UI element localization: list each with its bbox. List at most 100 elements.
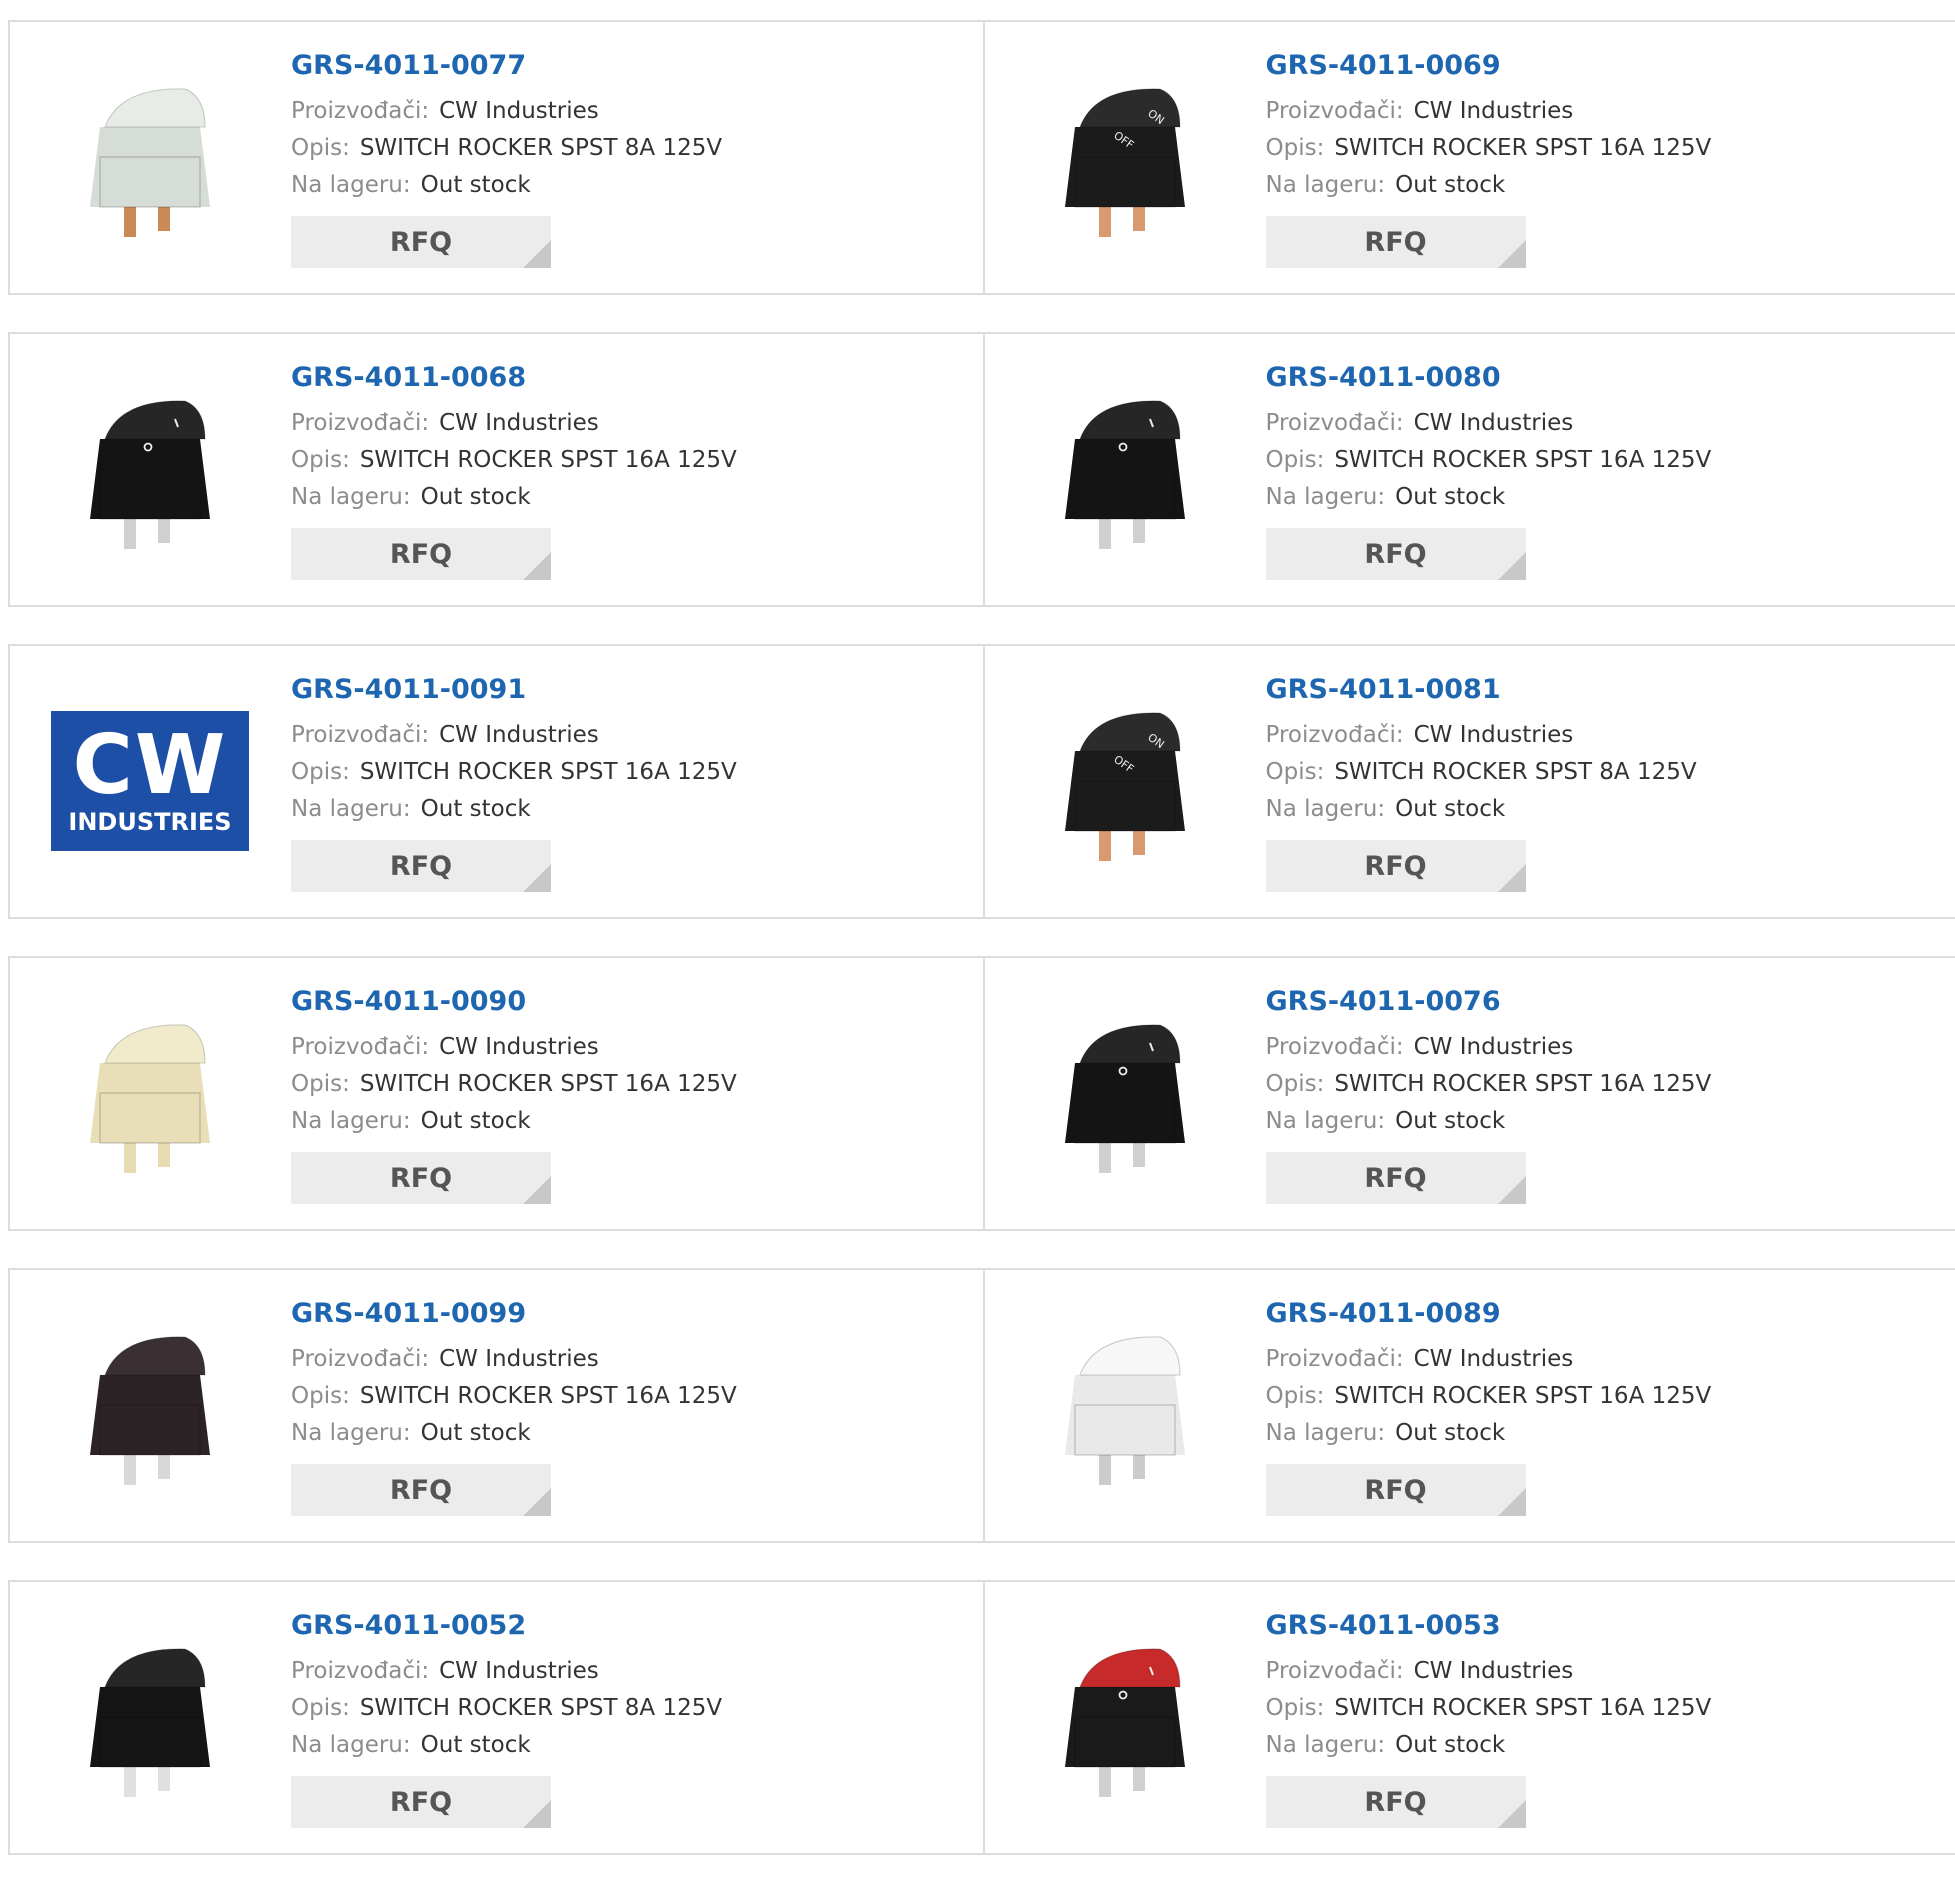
description-value: SWITCH ROCKER SPST 16A 125V [1334, 1695, 1711, 1721]
stock-label: Na lageru: [291, 1732, 411, 1758]
manufacturer-label: Proizvođači: [1266, 1034, 1404, 1060]
rfq-label: RFQ [1364, 1787, 1426, 1818]
stock-label: Na lageru: [1266, 1732, 1386, 1758]
part-number-link[interactable]: GRS-4011-0069 [1266, 50, 1712, 81]
product-row: GRS-4011-0052 Proizvođači:CW Industries … [8, 1580, 1955, 1855]
manufacturer-line: Proizvođači: CW Industries [1266, 1341, 1712, 1378]
rfq-button[interactable]: RFQ [1266, 840, 1526, 892]
rfq-button[interactable]: RFQ [291, 1464, 551, 1516]
stock-line: Na lageru:Out stock [291, 791, 737, 828]
rfq-button[interactable]: RFQ [1266, 1152, 1526, 1204]
manufacturer-value: CW Industries [439, 1034, 599, 1060]
part-number-link[interactable]: GRS-4011-0090 [291, 986, 737, 1017]
description-label: Opis: [1266, 447, 1325, 473]
rfq-label: RFQ [1364, 851, 1426, 882]
part-number-link[interactable]: GRS-4011-0053 [1266, 1610, 1712, 1641]
description-value: SWITCH ROCKER SPST 16A 125V [1334, 1383, 1711, 1409]
product-info: GRS-4011-0080 Proizvođači:CW Industries … [1266, 362, 1712, 580]
description-value: SWITCH ROCKER SPST 8A 125V [360, 135, 722, 161]
part-number-link[interactable]: GRS-4011-0099 [291, 1298, 737, 1329]
product-image[interactable] [50, 52, 250, 262]
rfq-label: RFQ [390, 1787, 452, 1818]
product-image[interactable] [50, 364, 250, 574]
part-number-link[interactable]: GRS-4011-0068 [291, 362, 737, 393]
product-row: GRS-4011-0099 Proizvođači:CW Industries … [8, 1268, 1955, 1543]
manufacturer-value: CW Industries [439, 98, 599, 124]
manufacturer-line: Proizvođači:CW Industries [291, 1653, 722, 1690]
description-line: Opis: SWITCH ROCKER SPST 8A 125V [291, 130, 722, 167]
product-info: GRS-4011-0052 Proizvođači:CW Industries … [291, 1610, 722, 1828]
product-image[interactable]: ON OFF [1025, 52, 1225, 262]
product-info: GRS-4011-0081 Proizvođači:CW Industries … [1266, 674, 1697, 892]
description-label: Opis: [291, 447, 350, 473]
description-value: SWITCH ROCKER SPST 16A 125V [360, 447, 737, 473]
product-card: GRS-4011-0080 Proizvođači:CW Industries … [983, 334, 1955, 605]
stock-label: Na lageru: [1266, 172, 1386, 198]
rfq-button[interactable]: RFQ [291, 216, 551, 268]
rfq-button[interactable]: RFQ [291, 840, 551, 892]
manufacturer-label: Proizvođači: [1266, 1346, 1404, 1372]
stock-label: Na lageru: [291, 1108, 411, 1134]
rfq-button[interactable]: RFQ [1266, 1776, 1526, 1828]
manufacturer-label: Proizvođači: [291, 98, 429, 124]
product-image[interactable] [1025, 988, 1225, 1198]
rfq-button[interactable]: RFQ [1266, 528, 1526, 580]
manufacturer-value: CW Industries [439, 410, 599, 436]
product-image[interactable] [1025, 364, 1225, 574]
rfq-button[interactable]: RFQ [1266, 1464, 1526, 1516]
description-line: Opis:SWITCH ROCKER SPST 8A 125V [1266, 754, 1697, 791]
part-number-link[interactable]: GRS-4011-0080 [1266, 362, 1712, 393]
stock-value: Out stock [421, 796, 531, 822]
rfq-button[interactable]: RFQ [1266, 216, 1526, 268]
manufacturer-line: Proizvođači:CW Industries [291, 1029, 737, 1066]
product-image[interactable] [50, 988, 250, 1198]
product-card: GRS-4011-0090 Proizvođači:CW Industries … [10, 958, 983, 1229]
stock-label: Na lageru: [1266, 484, 1386, 510]
rfq-button[interactable]: RFQ [291, 1152, 551, 1204]
stock-line: Na lageru: Out stock [291, 1727, 722, 1764]
part-number-link[interactable]: GRS-4011-0077 [291, 50, 722, 81]
manufacturer-value: CW Industries [1414, 1346, 1574, 1372]
stock-value: Out stock [421, 1732, 531, 1758]
stock-value: Out stock [1395, 484, 1505, 510]
rfq-button[interactable]: RFQ [291, 528, 551, 580]
stock-value: Out stock [1395, 172, 1505, 198]
product-image[interactable]: ON OFF [1025, 676, 1225, 886]
product-image[interactable] [1025, 1300, 1225, 1510]
button-corner-decoration [523, 1800, 551, 1828]
rfq-label: RFQ [390, 539, 452, 570]
product-card: GRS-4011-0089 Proizvođači:CW Industries … [983, 1270, 1955, 1541]
button-corner-decoration [1498, 240, 1526, 268]
part-number-link[interactable]: GRS-4011-0076 [1266, 986, 1712, 1017]
stock-value: Out stock [1395, 1732, 1505, 1758]
part-number-link[interactable]: GRS-4011-0091 [291, 674, 737, 705]
product-info: GRS-4011-0091 Proizvođači:CW Industries … [291, 674, 737, 892]
stock-line: Na lageru:Out stock [291, 479, 737, 516]
manufacturer-line: Proizvođači: CW Industries [291, 93, 722, 130]
description-label: Opis: [291, 135, 350, 161]
product-image[interactable] [50, 1612, 250, 1822]
product-row: GRS-4011-0077 Proizvođači:CW Industries … [8, 20, 1955, 295]
manufacturer-label: Proizvođači: [1266, 410, 1404, 436]
product-image[interactable] [50, 1300, 250, 1510]
description-line: Opis:SWITCH ROCKER SPST 16A 125V [1266, 1690, 1712, 1727]
description-line: Opis:SWITCH ROCKER SPST 16A 125V [291, 754, 737, 791]
product-card: GRS-4011-0099 Proizvođači:CW Industries … [10, 1270, 983, 1541]
part-number-link[interactable]: GRS-4011-0052 [291, 1610, 722, 1641]
rfq-button[interactable]: RFQ [291, 1776, 551, 1828]
product-image[interactable] [1025, 1612, 1225, 1822]
part-number-link[interactable]: GRS-4011-0089 [1266, 1298, 1712, 1329]
description-line: Opis:SWITCH ROCKER SPST 16A 125V [291, 1378, 737, 1415]
description-label: Opis: [291, 1695, 350, 1721]
manufacturer-label: Proizvođači: [291, 1658, 429, 1684]
product-image[interactable]: CW INDUSTRIES [50, 676, 250, 886]
description-line: Opis:SWITCH ROCKER SPST 16A 125V [1266, 1378, 1712, 1415]
rfq-label: RFQ [390, 1475, 452, 1506]
button-corner-decoration [523, 864, 551, 892]
product-info: GRS-4011-0076 Proizvođači:CW Industries … [1266, 986, 1712, 1204]
button-corner-decoration [523, 1176, 551, 1204]
description-line: Opis:SWITCH ROCKER SPST 16A 125V [1266, 130, 1712, 167]
manufacturer-label: Proizvođači: [1266, 722, 1404, 748]
part-number-link[interactable]: GRS-4011-0081 [1266, 674, 1697, 705]
manufacturer-value: CW Industries [1414, 98, 1574, 124]
